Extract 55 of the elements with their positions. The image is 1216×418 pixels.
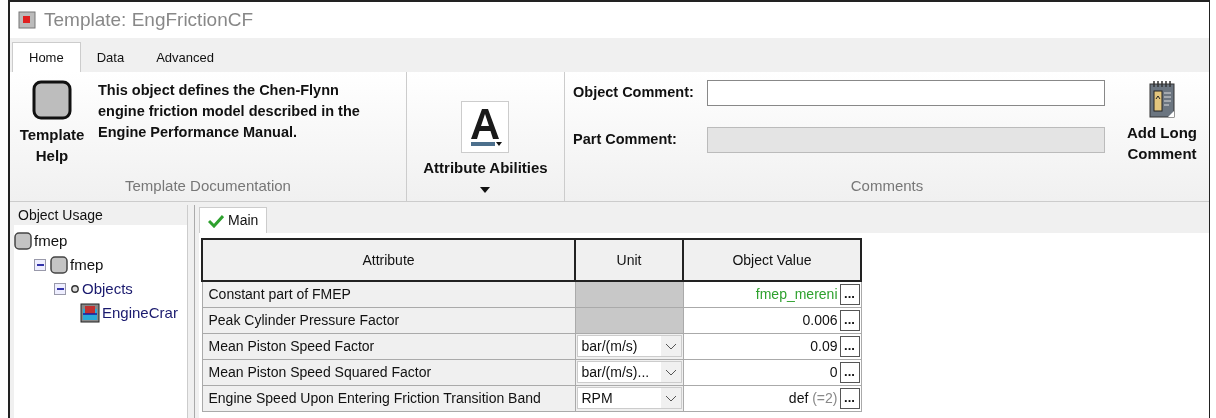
group-label: Template Documentation (124, 175, 292, 196)
app-icon (18, 11, 36, 29)
table-cell: Mean Piston Speed Factor (202, 333, 575, 359)
chevron-icon[interactable] (660, 388, 681, 408)
tree-item[interactable]: Objects (82, 277, 133, 301)
column-header: Object Value (683, 239, 861, 281)
unit-dropdown[interactable]: RPM (576, 387, 682, 409)
comment-field[interactable] (707, 80, 1105, 106)
ellipsis-button[interactable]: ... (839, 387, 860, 409)
template-icon (50, 256, 68, 274)
table-cell: Engine Speed Upon Entering Friction Transition Band (202, 385, 575, 411)
template-icon (32, 80, 72, 120)
tree-item[interactable]: fmep (34, 229, 68, 253)
ribbon-tab[interactable]: Advanced (140, 44, 230, 72)
tree-item[interactable]: EngineCrar (102, 301, 178, 325)
column-header: Attribute (202, 239, 575, 281)
node-icon (70, 284, 80, 294)
table-cell: Peak Cylinder Pressure Factor (202, 307, 575, 333)
caret-icon (480, 187, 491, 193)
group-label: Comments (849, 175, 925, 196)
window-title: Template: EngFrictionCF (44, 7, 254, 32)
ellipsis-button[interactable]: ... (839, 309, 860, 331)
table-cell: Constant part of FMEP (202, 281, 575, 307)
tree-item[interactable]: fmep (70, 253, 104, 277)
field-label: Object Comment: (573, 83, 695, 103)
column-header: Unit (575, 239, 683, 281)
notepad-icon (1148, 80, 1176, 118)
add-long-comment-button[interactable]: Add Long Comment (1119, 80, 1205, 175)
chevron-icon[interactable] (660, 336, 681, 356)
attribute-abilities-button[interactable]: Attribute Abilities (423, 100, 548, 193)
value-text: fmep_mereni (755, 284, 838, 304)
main-tab[interactable]: Main (199, 207, 268, 233)
attribute-icon (461, 100, 510, 153)
check-icon (208, 213, 224, 228)
ribbon-tab[interactable]: Data (80, 44, 141, 72)
template-help-button[interactable]: Template Help (10, 80, 94, 175)
value-text: 0 (829, 362, 838, 382)
ribbon-tab[interactable]: Home (12, 42, 81, 72)
ellipsis-button[interactable]: ... (839, 335, 860, 357)
value-text: def (=2) (788, 388, 838, 408)
engine-icon (80, 303, 100, 323)
ellipsis-button[interactable]: ... (839, 361, 860, 383)
ellipsis-button[interactable]: ... (839, 283, 860, 305)
panel-title: Object Usage (17, 206, 104, 225)
chevron-icon[interactable] (660, 362, 681, 382)
collapse-icon[interactable] (34, 259, 46, 271)
template-icon (14, 232, 32, 250)
unit-dropdown[interactable]: bar/(m/s)... (576, 361, 682, 383)
table-cell: Mean Piston Speed Squared Factor (202, 359, 575, 385)
template-description: This object defines the Chen-Flynn engine friction model described in the Engine Performance Manual. (98, 81, 361, 142)
value-text: 0.09 (810, 336, 838, 356)
unit-dropdown[interactable]: bar/(m/s) (576, 335, 682, 357)
field-label: Part Comment: (573, 130, 678, 150)
value-text: 0.006 (802, 310, 838, 330)
collapse-icon[interactable] (54, 283, 66, 295)
